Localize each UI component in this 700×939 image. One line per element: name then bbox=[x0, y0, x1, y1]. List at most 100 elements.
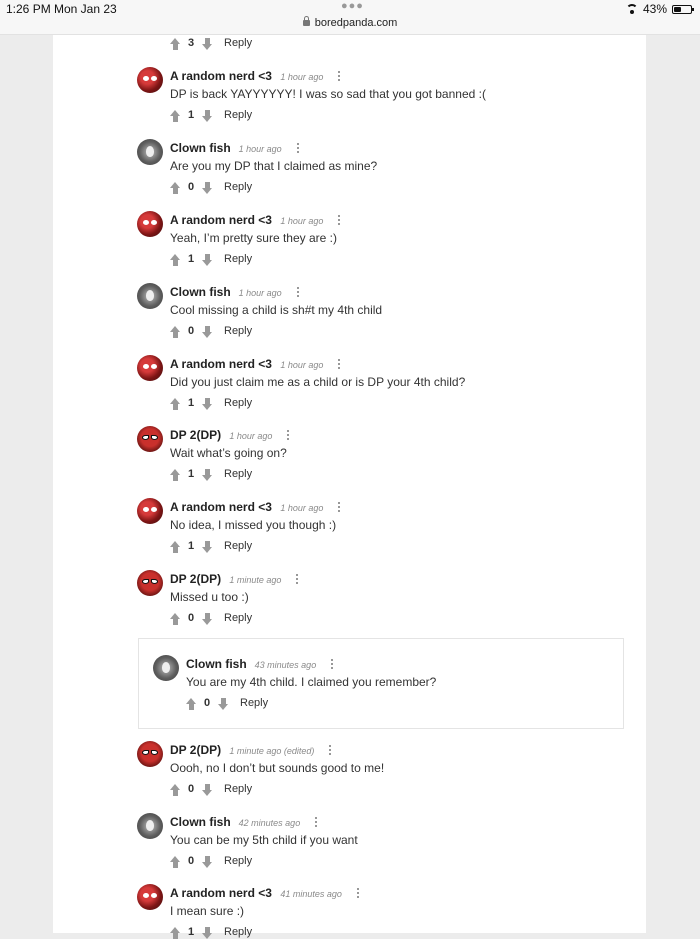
status-indicators: 43% bbox=[625, 2, 694, 16]
downvote-icon[interactable] bbox=[202, 182, 213, 194]
downvote-icon[interactable] bbox=[202, 541, 213, 553]
vote-count: 1 bbox=[188, 397, 195, 409]
comment-author[interactable]: Clown fish bbox=[170, 141, 231, 155]
downvote-icon[interactable] bbox=[202, 927, 213, 939]
comment-author[interactable]: A random nerd <3 bbox=[170, 69, 272, 83]
more-options-icon[interactable] bbox=[330, 659, 334, 671]
avatar[interactable] bbox=[137, 355, 163, 381]
more-options-icon[interactable] bbox=[337, 71, 341, 83]
downvote-icon[interactable] bbox=[202, 254, 213, 266]
comment-text: You can be my 5th child if you want bbox=[170, 833, 358, 847]
upvote-icon[interactable] bbox=[186, 698, 197, 710]
downvote-icon[interactable] bbox=[202, 326, 213, 338]
comment-timestamp: 1 minute ago (edited) bbox=[229, 746, 315, 756]
more-options-icon[interactable] bbox=[337, 215, 341, 227]
upvote-icon[interactable] bbox=[170, 469, 181, 481]
more-options-icon[interactable] bbox=[337, 502, 341, 514]
comment-timestamp: 1 hour ago bbox=[238, 144, 282, 154]
reply-button[interactable]: Reply bbox=[224, 468, 252, 480]
upvote-icon[interactable] bbox=[170, 326, 181, 338]
vote-count: 0 bbox=[188, 325, 195, 337]
upvote-icon[interactable] bbox=[170, 398, 181, 410]
upvote-icon[interactable] bbox=[170, 254, 181, 266]
upvote-icon[interactable] bbox=[170, 38, 181, 50]
vote-count: 1 bbox=[188, 540, 195, 552]
comment-author[interactable]: DP 2(DP) bbox=[170, 743, 221, 757]
downvote-icon[interactable] bbox=[202, 469, 213, 481]
reply-button[interactable]: Reply bbox=[224, 109, 252, 121]
avatar[interactable] bbox=[137, 741, 163, 767]
comment-timestamp: 1 hour ago bbox=[280, 216, 324, 226]
battery-icon bbox=[672, 4, 694, 14]
avatar[interactable] bbox=[137, 67, 163, 93]
comment-text: Wait what’s going on? bbox=[170, 446, 287, 460]
reply-button[interactable]: Reply bbox=[240, 697, 268, 709]
comment-text: DP is back YAYYYYYY! I was so sad that y… bbox=[170, 87, 486, 101]
comment-text: Cool missing a child is sh#t my 4th chil… bbox=[170, 303, 383, 317]
downvote-icon[interactable] bbox=[202, 398, 213, 410]
more-options-icon[interactable] bbox=[295, 574, 299, 586]
avatar[interactable] bbox=[153, 655, 179, 681]
vote-count: 0 bbox=[188, 612, 195, 624]
comment-author[interactable]: A random nerd <3 bbox=[170, 886, 272, 900]
downvote-icon[interactable] bbox=[202, 38, 213, 50]
avatar[interactable] bbox=[137, 283, 163, 309]
downvote-icon[interactable] bbox=[202, 784, 213, 796]
comment-author[interactable]: DP 2(DP) bbox=[170, 572, 221, 586]
vote-count: 1 bbox=[188, 468, 195, 480]
comment-text: I mean sure :) bbox=[170, 904, 245, 918]
address-bar[interactable]: boredpanda.com bbox=[0, 16, 700, 29]
avatar[interactable] bbox=[137, 813, 163, 839]
more-options-icon[interactable] bbox=[286, 430, 290, 442]
reply-button[interactable]: Reply bbox=[224, 540, 252, 552]
upvote-icon[interactable] bbox=[170, 613, 181, 625]
reply-button[interactable]: Reply bbox=[224, 253, 252, 265]
more-options-icon[interactable] bbox=[356, 888, 360, 900]
reply-button[interactable]: Reply bbox=[224, 612, 252, 624]
more-options-icon[interactable] bbox=[296, 143, 300, 155]
vote-count: 1 bbox=[188, 109, 195, 121]
downvote-icon[interactable] bbox=[218, 698, 229, 710]
reply-button[interactable]: Reply bbox=[224, 926, 252, 938]
downvote-icon[interactable] bbox=[202, 110, 213, 122]
comment-timestamp: 41 minutes ago bbox=[280, 889, 342, 899]
comment-timestamp: 1 hour ago bbox=[238, 288, 282, 298]
avatar[interactable] bbox=[137, 570, 163, 596]
more-options-icon[interactable] bbox=[328, 745, 332, 757]
status-date: Mon Jan 23 bbox=[54, 2, 117, 16]
downvote-icon[interactable] bbox=[202, 856, 213, 868]
comment-author[interactable]: Clown fish bbox=[170, 815, 231, 829]
comment-author[interactable]: DP 2(DP) bbox=[170, 428, 221, 442]
upvote-icon[interactable] bbox=[170, 927, 181, 939]
reply-button[interactable]: Reply bbox=[224, 37, 252, 49]
comment-author[interactable]: Clown fish bbox=[170, 285, 231, 299]
upvote-icon[interactable] bbox=[170, 541, 181, 553]
more-options-icon[interactable] bbox=[337, 359, 341, 371]
comment-author[interactable]: A random nerd <3 bbox=[170, 213, 272, 227]
reply-button[interactable]: Reply bbox=[224, 325, 252, 337]
upvote-icon[interactable] bbox=[170, 856, 181, 868]
comment-author[interactable]: A random nerd <3 bbox=[170, 500, 272, 514]
downvote-icon[interactable] bbox=[202, 613, 213, 625]
avatar[interactable] bbox=[137, 426, 163, 452]
comment-author[interactable]: A random nerd <3 bbox=[170, 357, 272, 371]
comment-timestamp: 43 minutes ago bbox=[254, 660, 317, 670]
more-options-icon[interactable] bbox=[296, 287, 300, 299]
reply-button[interactable]: Reply bbox=[224, 181, 252, 193]
reply-button[interactable]: Reply bbox=[224, 397, 252, 409]
comment-author[interactable]: Clown fish bbox=[186, 657, 247, 671]
upvote-icon[interactable] bbox=[170, 110, 181, 122]
avatar[interactable] bbox=[137, 139, 163, 165]
avatar[interactable] bbox=[137, 884, 163, 910]
upvote-icon[interactable] bbox=[170, 182, 181, 194]
more-dots-icon[interactable]: ●●● bbox=[341, 0, 364, 12]
comment-text: Missed u too :) bbox=[170, 590, 249, 604]
reply-button[interactable]: Reply bbox=[224, 783, 252, 795]
upvote-icon[interactable] bbox=[170, 784, 181, 796]
avatar[interactable] bbox=[137, 211, 163, 237]
comment-text: You are my 4th child. I claimed you reme… bbox=[186, 675, 437, 689]
comment-timestamp: 1 hour ago bbox=[280, 503, 324, 513]
reply-button[interactable]: Reply bbox=[224, 855, 252, 867]
avatar[interactable] bbox=[137, 498, 163, 524]
more-options-icon[interactable] bbox=[314, 817, 318, 829]
